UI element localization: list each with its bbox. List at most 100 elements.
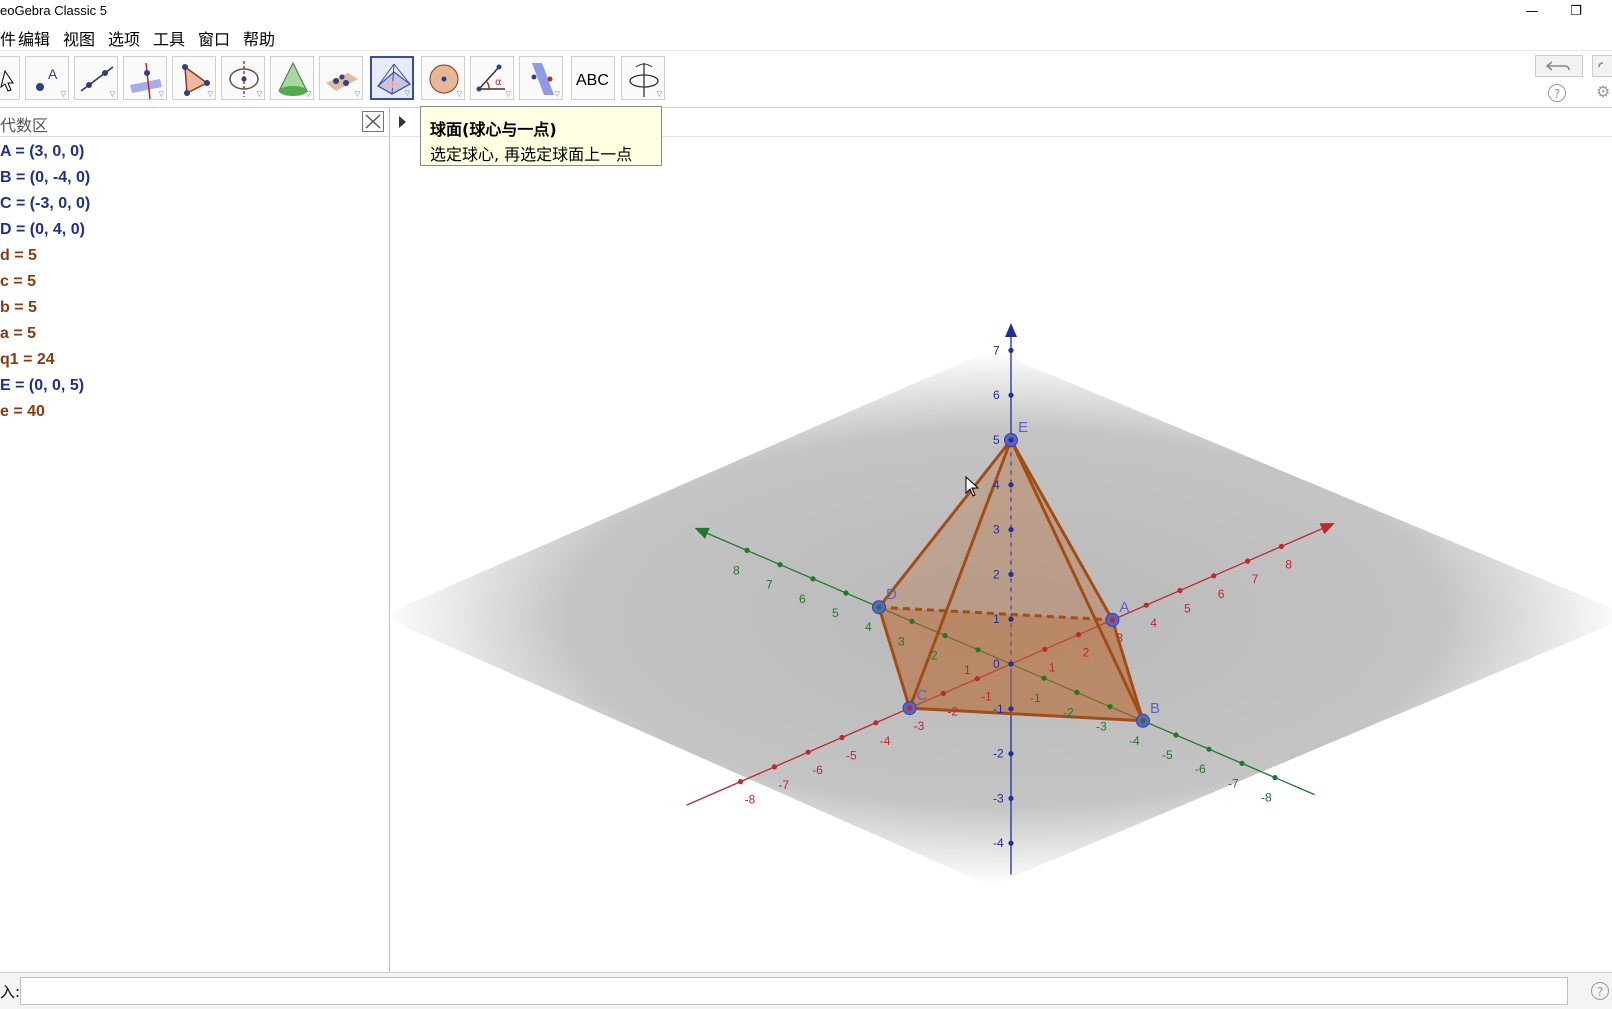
x-tick-mark (940, 690, 947, 697)
tool-pyramid-cone[interactable]: ▽ (270, 56, 314, 100)
redo-button[interactable] (1592, 55, 1612, 77)
y-tick-label: 6 (799, 592, 806, 606)
move-icon (0, 69, 14, 92)
graphics-3d-view[interactable]: A B C D E -8 -7 -6 -5 -4 -3 -2 -1 1 2 3 4 5 6 7 8 -8 -7 -6 -5 -4… (391, 108, 1612, 972)
tool-angle[interactable]: α ▽ (470, 56, 514, 100)
y-tick-mark (1140, 718, 1146, 724)
x-tick-mark (771, 764, 777, 770)
y-tick-label: 5 (832, 606, 839, 620)
menu-window[interactable]: 窗口 (198, 26, 230, 50)
algebra-row[interactable]: c = 5 (0, 269, 36, 295)
menu-edit[interactable]: 编辑 (18, 26, 50, 50)
x-tick-mark (839, 734, 845, 741)
y-tick-mark (843, 590, 849, 596)
app-title: eoGebra Classic 5 (0, 3, 107, 18)
y-tick-mark (1041, 675, 1047, 681)
settings-gear-icon[interactable]: ⚙ (1596, 82, 1610, 101)
x-tick-label: -7 (778, 778, 789, 792)
x-tick-label: 7 (1252, 572, 1259, 586)
y-tick-mark (909, 618, 915, 624)
z-tick-mark (1008, 437, 1014, 443)
z-tick-mark (1008, 751, 1014, 757)
tool-intersect-surfaces[interactable]: ▽ (319, 56, 363, 100)
tool-move[interactable] (0, 56, 20, 100)
tooltip-body: 选定球心, 再选定球面上一点 (430, 145, 633, 164)
x-tick-label: -5 (846, 749, 857, 763)
svg-text:A: A (48, 66, 58, 82)
algebra-row[interactable]: A = (3, 0, 0) (0, 139, 84, 165)
y-tick-label: -7 (1228, 776, 1239, 790)
tool-perpendicular-line[interactable]: ▽ (123, 56, 167, 100)
tool-text[interactable]: ABC (571, 56, 615, 100)
x-tick-label: 6 (1218, 587, 1225, 601)
x-tick-mark (1211, 573, 1217, 579)
z-tick-label: 7 (993, 343, 1000, 357)
style-bar-toggle-icon[interactable] (391, 108, 411, 136)
y-tick-label: -4 (1129, 734, 1140, 748)
undo-icon (1545, 61, 1570, 71)
menu-options[interactable]: 选项 (108, 26, 140, 50)
z-tick-mark (1008, 616, 1014, 622)
menu-view[interactable]: 视图 (63, 26, 95, 50)
tool-polygon[interactable]: ▽ (172, 56, 216, 100)
point-label-E: E (1018, 419, 1028, 436)
menu-file[interactable]: 件 (0, 26, 16, 50)
z-tick-label: 3 (993, 523, 1000, 537)
menu-bar: 件 编辑 视图 选项 工具 窗口 帮助 (0, 24, 1612, 51)
input-label: 入: (0, 983, 21, 1001)
z-axis-arrow (1005, 322, 1017, 337)
toolbar: A ▽ ▽ ▽ ▽ ▽ ▽ ▽ ▽ ▽ α ▽ ▽ ABC ▽ ? ⚙ (0, 51, 1612, 108)
algebra-row[interactable]: D = (0, 4, 0) (0, 217, 85, 243)
input-bar: 入: ? (0, 972, 1612, 1009)
algebra-row[interactable]: C = (-3, 0, 0) (0, 191, 90, 217)
tool-point[interactable]: A ▽ (25, 56, 69, 100)
restore-button[interactable]: ❐ (1561, 1, 1591, 23)
y-tick-label: -3 (1096, 720, 1107, 734)
algebra-row[interactable]: E = (0, 0, 5) (0, 373, 84, 399)
y-tick-label: -1 (1030, 691, 1041, 705)
x-tick-label: 8 (1285, 557, 1292, 571)
algebra-row[interactable]: b = 5 (0, 295, 37, 321)
y-tick-label: 3 (898, 634, 905, 648)
y-tick-mark (1206, 746, 1212, 752)
minimize-button[interactable]: — (1517, 1, 1547, 23)
algebra-row[interactable]: d = 5 (0, 243, 37, 269)
y-tick-mark (1272, 775, 1278, 781)
close-algebra-button[interactable] (362, 111, 384, 132)
z-tick-mark (1008, 527, 1014, 533)
z-tick-mark (1008, 795, 1014, 802)
tool-circle-around-line[interactable]: ▽ (221, 56, 265, 100)
algebra-row[interactable]: q1 = 24 (0, 347, 55, 373)
x-tick-label: 2 (1083, 646, 1090, 660)
x-tick-label: -4 (880, 734, 891, 748)
undo-button[interactable] (1535, 55, 1583, 77)
z-tick-mark (1008, 661, 1014, 667)
tool-reflect-plane[interactable]: ▽ (519, 56, 563, 100)
y-tick-mark (975, 647, 981, 653)
input-help-icon[interactable]: ? (1591, 982, 1609, 1000)
algebra-row[interactable]: B = (0, -4, 0) (0, 165, 90, 191)
help-icon[interactable]: ? (1548, 84, 1566, 102)
input-field[interactable] (20, 977, 1568, 1005)
y-tick-label: 2 (931, 649, 938, 663)
point-label-D: D (886, 586, 897, 603)
tool-rotate-view[interactable]: ▽ (621, 56, 665, 100)
algebra-row[interactable]: e = 40 (0, 399, 45, 425)
y-tick-label: -5 (1162, 748, 1173, 762)
menu-help[interactable]: 帮助 (243, 26, 275, 50)
x-tick-label: -6 (812, 763, 823, 777)
x-tick-mark (873, 720, 879, 726)
y-tick-mark (1239, 760, 1245, 767)
x-tick-label: -2 (947, 704, 958, 718)
z-tick-mark (1008, 706, 1014, 712)
algebra-row[interactable]: a = 5 (0, 321, 36, 347)
mouse-cursor-icon (965, 476, 980, 497)
tool-line[interactable]: ▽ (74, 56, 118, 100)
y-tick-mark (810, 576, 816, 582)
tool-pyramid-net[interactable]: ▽ (370, 56, 414, 100)
tool-sphere[interactable]: ▽ (421, 56, 465, 100)
x-tick-mark (1076, 632, 1082, 638)
3d-scene[interactable]: A B C D E -8 -7 -6 -5 -4 -3 -2 -1 1 2 3 4 5 6 7 8 -8 -7 -6 -5 -4… (391, 136, 1612, 972)
menu-tools[interactable]: 工具 (153, 26, 185, 50)
svg-text:α: α (495, 77, 502, 88)
